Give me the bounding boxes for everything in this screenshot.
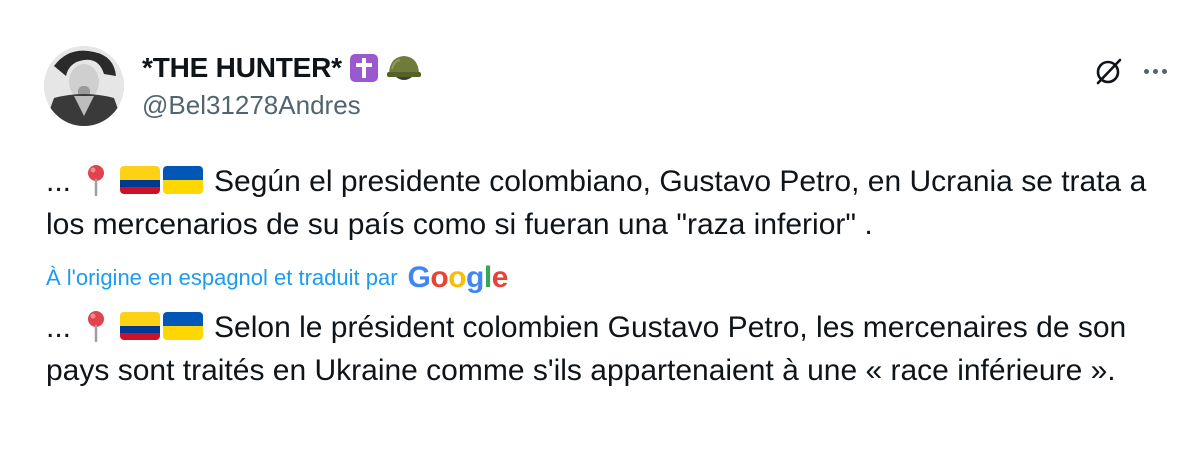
author-handle[interactable]: @Bel31278Andres xyxy=(142,90,361,121)
translation-notice-text[interactable]: À l'origine en espagnol et traduit par xyxy=(46,265,398,291)
translated-text: Selon le président colombien Gustavo Pet… xyxy=(46,311,1127,387)
google-logo: Google xyxy=(407,261,509,294)
colombia-flag-icon xyxy=(119,166,160,194)
post-card: *THE HUNTER* @Bel31278Andres ... Según e… xyxy=(0,0,1184,464)
ukraine-flag-icon xyxy=(162,166,203,194)
original-text: Según el presidente colombiano, Gustavo … xyxy=(46,165,1147,241)
author-row: *THE HUNTER* xyxy=(142,50,422,86)
avatar[interactable] xyxy=(44,46,124,126)
author-display-name[interactable]: *THE HUNTER* xyxy=(142,52,342,84)
military-helmet-icon xyxy=(386,56,421,80)
post-translated-text: ... Selon le président colombien Gustavo… xyxy=(46,306,1156,392)
translation-notice: À l'origine en espagnol et traduit par G… xyxy=(46,258,508,298)
latin-cross-icon xyxy=(349,54,378,82)
grok-icon[interactable] xyxy=(1093,55,1125,87)
round-pushpin-icon xyxy=(88,311,105,342)
translated-prefix: ... xyxy=(46,311,72,344)
more-icon[interactable] xyxy=(1140,56,1170,86)
round-pushpin-icon xyxy=(88,165,105,196)
ukraine-flag-icon xyxy=(162,312,203,340)
colombia-flag-icon xyxy=(119,312,160,340)
post-original-text: ... Según el presidente colombiano, Gust… xyxy=(46,160,1156,246)
original-prefix: ... xyxy=(46,165,72,198)
